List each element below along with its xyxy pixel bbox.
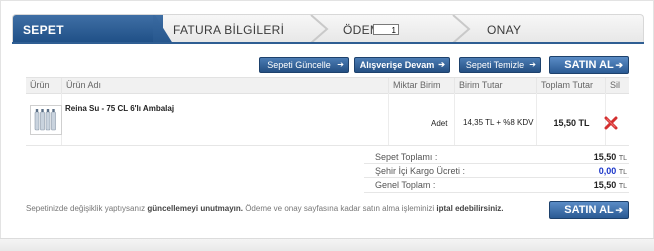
update-cart-label: Sepeti Güncelle: [267, 60, 331, 70]
quantity-cell: Adet: [389, 93, 455, 145]
divider: [364, 163, 629, 164]
subtotal-value: 15,50 TL: [594, 152, 627, 162]
divider: [364, 177, 629, 178]
currency-label: TL: [618, 155, 627, 162]
note-bold-2: iptal edebilirsiniz.: [436, 204, 504, 213]
checkout-steps: SEPET FATURA BİLGİLERİ ÖDEME ONAY: [12, 14, 644, 43]
buy-button-top-label: SATIN AL: [564, 59, 614, 71]
product-bottles-icon[interactable]: [30, 105, 62, 135]
note-text-2: Ödeme ve onay sayfasına kadar satın alma…: [242, 204, 437, 213]
quantity-input[interactable]: 1: [373, 24, 399, 35]
arrow-right-icon: ➔: [615, 205, 623, 215]
buy-button-top[interactable]: SATIN AL ➔: [549, 56, 629, 74]
continue-shopping-label: Alışverişe Devam: [359, 60, 435, 70]
grand-total-label: Genel Toplam :: [375, 180, 436, 190]
buy-button-bottom[interactable]: SATIN AL ➔: [549, 201, 629, 219]
tab-sepet-label: SEPET: [23, 23, 64, 37]
update-reminder-note: Sepetinizde değişiklik yaptıysanız günce…: [26, 204, 504, 213]
continue-shopping-button[interactable]: Alışverişe Devam ➔: [354, 57, 450, 73]
note-bold-1: güncellemeyi unutmayın.: [147, 204, 243, 213]
total-cell: 15,50 TL: [537, 93, 606, 145]
tab-sepet[interactable]: SEPET: [13, 15, 163, 43]
page-footer-strip: [0, 238, 654, 251]
subtotal-label: Sepet Toplamı :: [375, 152, 438, 162]
product-image-cell: [26, 93, 62, 145]
tab-fatura-label: FATURA BİLGİLERİ: [173, 23, 285, 37]
grand-total-amount: 15,50: [593, 180, 617, 190]
buy-button-bottom-label: SATIN AL: [564, 204, 614, 216]
arrow-right-icon: ➔: [438, 60, 445, 69]
table-row: Reina Su - 75 CL 6'lı Ambalaj Adet 14,35…: [26, 93, 629, 146]
col-header-sil: Sil: [610, 80, 621, 90]
divider: [364, 192, 629, 193]
step-divider: [309, 15, 331, 43]
arrow-right-icon: ➔: [337, 60, 344, 69]
tab-fatura-bilgileri[interactable]: FATURA BİLGİLERİ: [173, 15, 284, 43]
red-x-icon[interactable]: [604, 116, 618, 130]
unit-label: Adet: [431, 119, 448, 128]
shipping-label: Şehir İçi Kargo Ücreti :: [375, 166, 466, 176]
shipping-value: 0,00 TL: [599, 166, 627, 176]
arrow-right-icon: ➔: [615, 60, 623, 70]
tab-onay-label: ONAY: [487, 23, 522, 37]
col-header-birim-tutar: Birim Tutar: [455, 78, 537, 93]
col-header-toplam: Toplam Tutar: [537, 78, 606, 93]
update-cart-button[interactable]: Sepeti Güncelle ➔: [259, 57, 349, 73]
currency-label: TL: [618, 183, 627, 190]
note-text-1: Sepetinizde değişiklik yaptıysanız: [26, 204, 148, 213]
subtotal-amount: 15,50: [593, 152, 617, 162]
unit-price: 14,35 TL + %8 KDV: [463, 118, 534, 127]
step-divider: [451, 15, 473, 43]
product-name[interactable]: Reina Su - 75 CL 6'lı Ambalaj: [65, 104, 174, 113]
unit-price-cell: 14,35 TL + %8 KDV: [455, 93, 537, 145]
currency-label: TL: [618, 169, 627, 176]
tab-onay[interactable]: ONAY: [487, 15, 521, 43]
grand-total-value: 15,50 TL: [594, 180, 627, 190]
clear-cart-label: Sepeti Temizle: [465, 60, 525, 70]
product-name-cell: Reina Su - 75 CL 6'lı Ambalaj: [62, 93, 389, 145]
col-header-urun-adi: Ürün Adı: [62, 78, 389, 93]
arrow-right-icon: ➔: [529, 60, 536, 69]
tab-underline: [12, 42, 644, 44]
row-total: 15,50 TL: [553, 118, 590, 128]
col-header-urun: Ürün: [26, 78, 62, 93]
clear-cart-button[interactable]: Sepeti Temizle ➔: [459, 57, 541, 73]
col-header-miktar: Miktar Birim: [389, 78, 455, 93]
cart-table-header: Ürün Ürün Adı Miktar Birim Birim Tutar T…: [26, 77, 629, 94]
shipping-amount: 0,00: [598, 166, 617, 176]
